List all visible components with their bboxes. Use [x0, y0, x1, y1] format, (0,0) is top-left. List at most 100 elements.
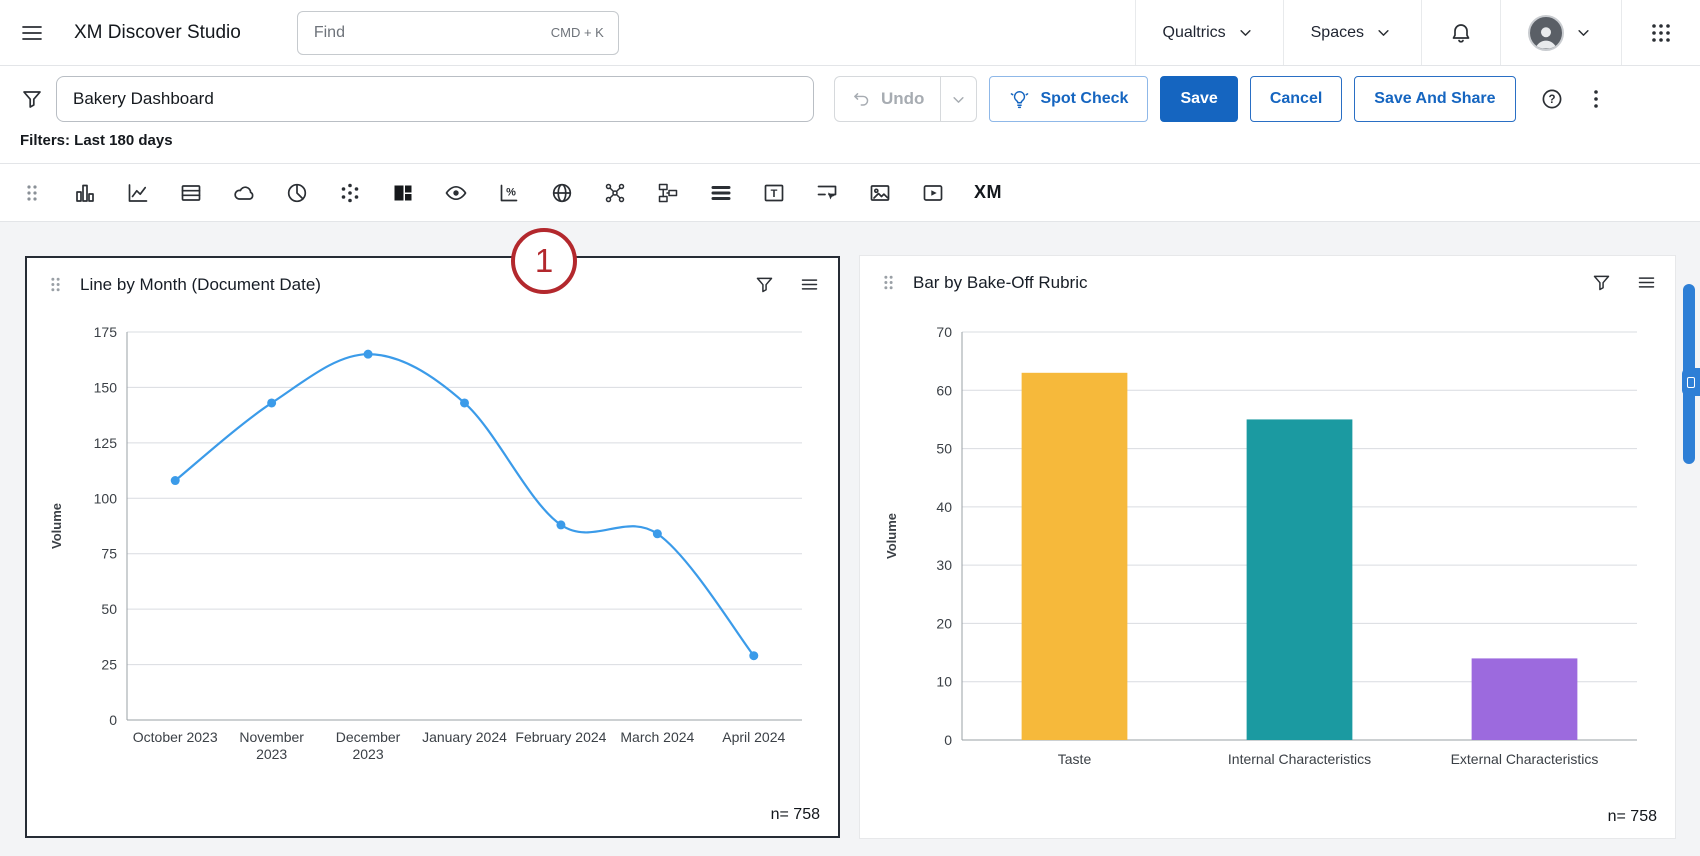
chevron-down-icon	[1373, 22, 1394, 43]
waffle-grid-icon	[1649, 21, 1673, 45]
preview-eye-widget-icon[interactable]	[444, 181, 468, 205]
metric-widget-icon[interactable]: %	[497, 181, 521, 205]
undo-history-dropdown[interactable]	[940, 77, 976, 121]
queue-widget-icon[interactable]	[709, 181, 733, 205]
bell-icon	[1449, 21, 1473, 45]
dashboard-title-input[interactable]	[56, 76, 814, 122]
bar-chart-svg: 010203040506070VolumeTasteInternal Chara…	[880, 312, 1655, 792]
svg-text:April 2024: April 2024	[722, 729, 785, 745]
help-icon[interactable]: ?	[1540, 87, 1564, 111]
app-switcher-button[interactable]	[1621, 0, 1700, 65]
undo-button[interactable]: Undo	[835, 77, 940, 121]
svg-text:Volume: Volume	[884, 513, 899, 559]
svg-text:March 2024: March 2024	[620, 729, 694, 745]
qualtrics-menu-label: Qualtrics	[1163, 24, 1226, 42]
pie-widget-icon[interactable]	[285, 181, 309, 205]
spaces-menu[interactable]: Spaces	[1283, 0, 1421, 65]
line-widget-icon[interactable]	[126, 181, 150, 205]
line-chart-area: 0255075100125150175VolumeOctober 2023Nov…	[27, 297, 838, 806]
toolbar-tail-icons: ?	[1540, 87, 1608, 111]
undo-button-label: Undo	[881, 89, 924, 109]
svg-text:50: 50	[936, 440, 952, 456]
widget-filter-icon[interactable]	[1591, 272, 1612, 293]
edit-toolbar: Undo Spot Check Save Cancel Save And Sha…	[0, 66, 1700, 130]
app-title: XM Discover Studio	[74, 22, 241, 44]
network-widget-icon[interactable]	[603, 181, 627, 205]
text-widget-icon[interactable]: T	[762, 181, 786, 205]
svg-text:External Characteristics: External Characteristics	[1451, 751, 1599, 767]
video-widget-icon[interactable]	[921, 181, 945, 205]
account-menu[interactable]	[1500, 0, 1621, 65]
xm-widget-icon[interactable]: XM	[974, 182, 1002, 203]
widget-title: Line by Month (Document Date)	[80, 275, 321, 295]
sample-size-label: n= 758	[27, 806, 838, 836]
map-widget-icon[interactable]	[550, 181, 574, 205]
svg-text:0: 0	[109, 712, 117, 728]
undo-icon	[851, 89, 872, 110]
image-widget-icon[interactable]	[868, 181, 892, 205]
lightbulb-icon	[1009, 89, 1030, 110]
undo-button-group: Undo	[834, 76, 977, 122]
widget-actions	[754, 274, 820, 295]
widget-filter-icon[interactable]	[754, 274, 775, 295]
line-chart-svg: 0255075100125150175VolumeOctober 2023Nov…	[45, 312, 820, 792]
svg-text:Internal Characteristics: Internal Characteristics	[1228, 751, 1371, 767]
notifications-button[interactable]	[1421, 0, 1500, 65]
svg-text:December2023: December2023	[336, 729, 401, 762]
hamburger-menu-icon[interactable]	[20, 21, 44, 45]
svg-text:50: 50	[101, 601, 117, 617]
qualtrics-menu[interactable]: Qualtrics	[1135, 0, 1283, 65]
svg-text:Taste: Taste	[1058, 751, 1092, 767]
line-widget[interactable]: Line by Month (Document Date) 0255075100…	[25, 256, 840, 838]
scrollbar-tab[interactable]	[1682, 368, 1700, 396]
widget-toolbar: % T XM	[0, 164, 1700, 222]
search-input[interactable]	[312, 23, 551, 43]
table-widget-icon[interactable]	[179, 181, 203, 205]
widget-menu-icon[interactable]	[1636, 272, 1657, 293]
scatter-widget-icon[interactable]	[338, 181, 362, 205]
svg-text:70: 70	[936, 324, 952, 340]
svg-text:20: 20	[936, 615, 952, 631]
bar-widget-header: Bar by Bake-Off Rubric	[860, 256, 1675, 295]
widget-actions	[1591, 272, 1657, 293]
hierarchy-widget-icon[interactable]	[656, 181, 680, 205]
global-search[interactable]: CMD + K	[297, 11, 619, 55]
svg-text:February 2024: February 2024	[515, 729, 606, 745]
heatmap-widget-icon[interactable]	[391, 181, 415, 205]
svg-text:Volume: Volume	[49, 503, 64, 549]
cancel-button[interactable]: Cancel	[1250, 76, 1342, 122]
cancel-button-label: Cancel	[1270, 90, 1322, 108]
svg-text:40: 40	[936, 498, 952, 514]
filters-summary[interactable]: Filters: Last 180 days	[0, 130, 1700, 164]
save-button[interactable]: Save	[1160, 76, 1237, 122]
chevron-down-icon	[1235, 22, 1256, 43]
save-and-share-button[interactable]: Save And Share	[1354, 76, 1515, 122]
widget-title: Bar by Bake-Off Rubric	[913, 273, 1087, 293]
filter-icon[interactable]	[20, 87, 44, 111]
svg-text:10: 10	[936, 673, 952, 689]
avatar	[1528, 15, 1564, 51]
cloud-widget-icon[interactable]	[232, 181, 256, 205]
svg-text:November2023: November2023	[239, 729, 304, 762]
svg-text:30: 30	[936, 557, 952, 573]
widget-drag-handle-icon[interactable]	[878, 272, 899, 293]
toolbar-drag-handle-icon[interactable]	[20, 181, 44, 205]
annotation-step-1: 1	[511, 228, 577, 294]
kebab-menu-icon[interactable]	[1584, 87, 1608, 111]
bar-widget[interactable]: Bar by Bake-Off Rubric 010203040506070Vo…	[860, 256, 1675, 838]
spot-check-label: Spot Check	[1040, 90, 1128, 108]
top-header: XM Discover Studio CMD + K Qualtrics Spa…	[0, 0, 1700, 66]
svg-text:January 2024: January 2024	[422, 729, 507, 745]
bar-widget-icon[interactable]	[73, 181, 97, 205]
svg-text:October 2023: October 2023	[133, 729, 218, 745]
svg-text:175: 175	[94, 324, 118, 340]
svg-text:0: 0	[944, 732, 952, 748]
spot-check-button[interactable]: Spot Check	[989, 76, 1148, 122]
widget-drag-handle-icon[interactable]	[45, 274, 66, 295]
person-icon	[1531, 23, 1561, 49]
svg-text:75: 75	[101, 545, 117, 561]
header-right-group: Qualtrics Spaces	[1135, 0, 1700, 65]
widget-menu-icon[interactable]	[799, 274, 820, 295]
selector-widget-icon[interactable]	[815, 181, 839, 205]
svg-text:%: %	[506, 186, 516, 198]
